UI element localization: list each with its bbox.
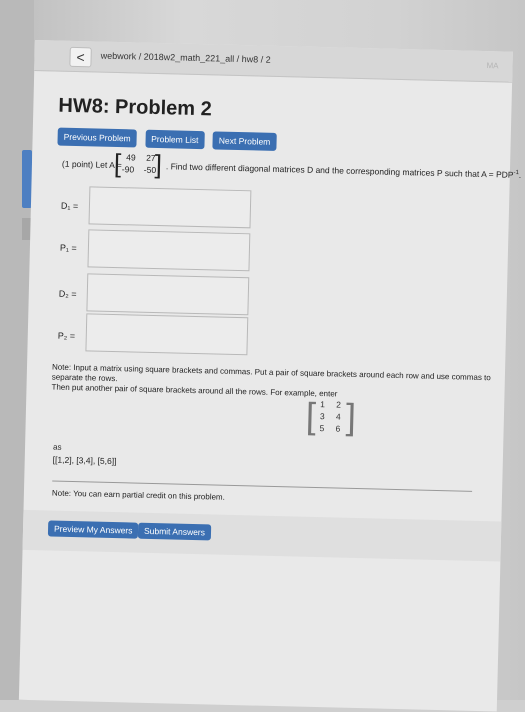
matrix-cell: 5 — [319, 423, 325, 434]
page-title: HW8: Problem 2 — [58, 94, 212, 121]
matrix-A: [ ] 49 27 -90 -50 — [113, 147, 163, 179]
matrix-cell: 4 — [335, 411, 341, 422]
partial-credit-note: Note: You can earn partial credit on thi… — [51, 488, 225, 502]
right-bracket: ] — [345, 395, 357, 437]
preview-answers-button[interactable]: Preview My Answers — [47, 520, 139, 539]
previous-problem-button[interactable]: Previous Problem — [57, 127, 137, 148]
matrix-cell: 49 — [126, 152, 136, 163]
example-answer: [[1,2], [3,4], [5,6]] — [52, 454, 117, 467]
left-bracket: [ — [305, 394, 317, 436]
submit-answers-button[interactable]: Submit Answers — [137, 522, 212, 541]
problem-suffix: . Find two different diagonal matrices D… — [165, 161, 522, 180]
matrix-cell: -50 — [143, 164, 157, 175]
answer-input-d2[interactable] — [86, 273, 250, 316]
matrix-cell: -90 — [121, 164, 135, 175]
back-button[interactable]: < — [69, 46, 92, 68]
answer-input-p2[interactable] — [85, 313, 249, 356]
next-problem-button[interactable]: Next Problem — [212, 131, 277, 151]
example-matrix: [ ] 1 2 3 4 5 6 — [305, 394, 357, 438]
matrix-cell: 1 — [320, 399, 326, 410]
matrix-cell: 2 — [336, 399, 342, 410]
webwork-screen: < webwork / 2018w2_math_221_all / hw8 / … — [18, 40, 521, 712]
answer-input-d1[interactable] — [88, 186, 252, 229]
matrix-cell: 6 — [335, 423, 341, 434]
field-label-p2: P₂ = — [57, 330, 76, 342]
problem-nav: Previous Problem Problem List Next Probl… — [57, 127, 280, 151]
matrix-cell: 3 — [319, 411, 325, 422]
field-label-p1: P₁ = — [59, 242, 77, 254]
problem-list-button[interactable]: Problem List — [144, 129, 205, 150]
as-label: as — [52, 442, 62, 452]
left-bracket: [ — [113, 147, 122, 179]
field-label-d2: D₂ = — [58, 288, 77, 300]
answer-input-p1[interactable] — [87, 229, 251, 272]
logo-text: MA — [486, 61, 499, 71]
breadcrumb: webwork / 2018w2_math_221_all / hw8 / 2 — [100, 50, 271, 65]
problem-statement: (1 point) Let A = — [62, 159, 122, 170]
problem-prefix: (1 point) Let A = — [61, 158, 122, 171]
bottom-bar: Preview My Answers Submit Answers — [22, 509, 502, 562]
field-label-d1: D₁ = — [60, 200, 79, 212]
input-note: Note: Input a matrix using square bracke… — [51, 362, 491, 399]
matrix-cell: 27 — [146, 152, 156, 163]
